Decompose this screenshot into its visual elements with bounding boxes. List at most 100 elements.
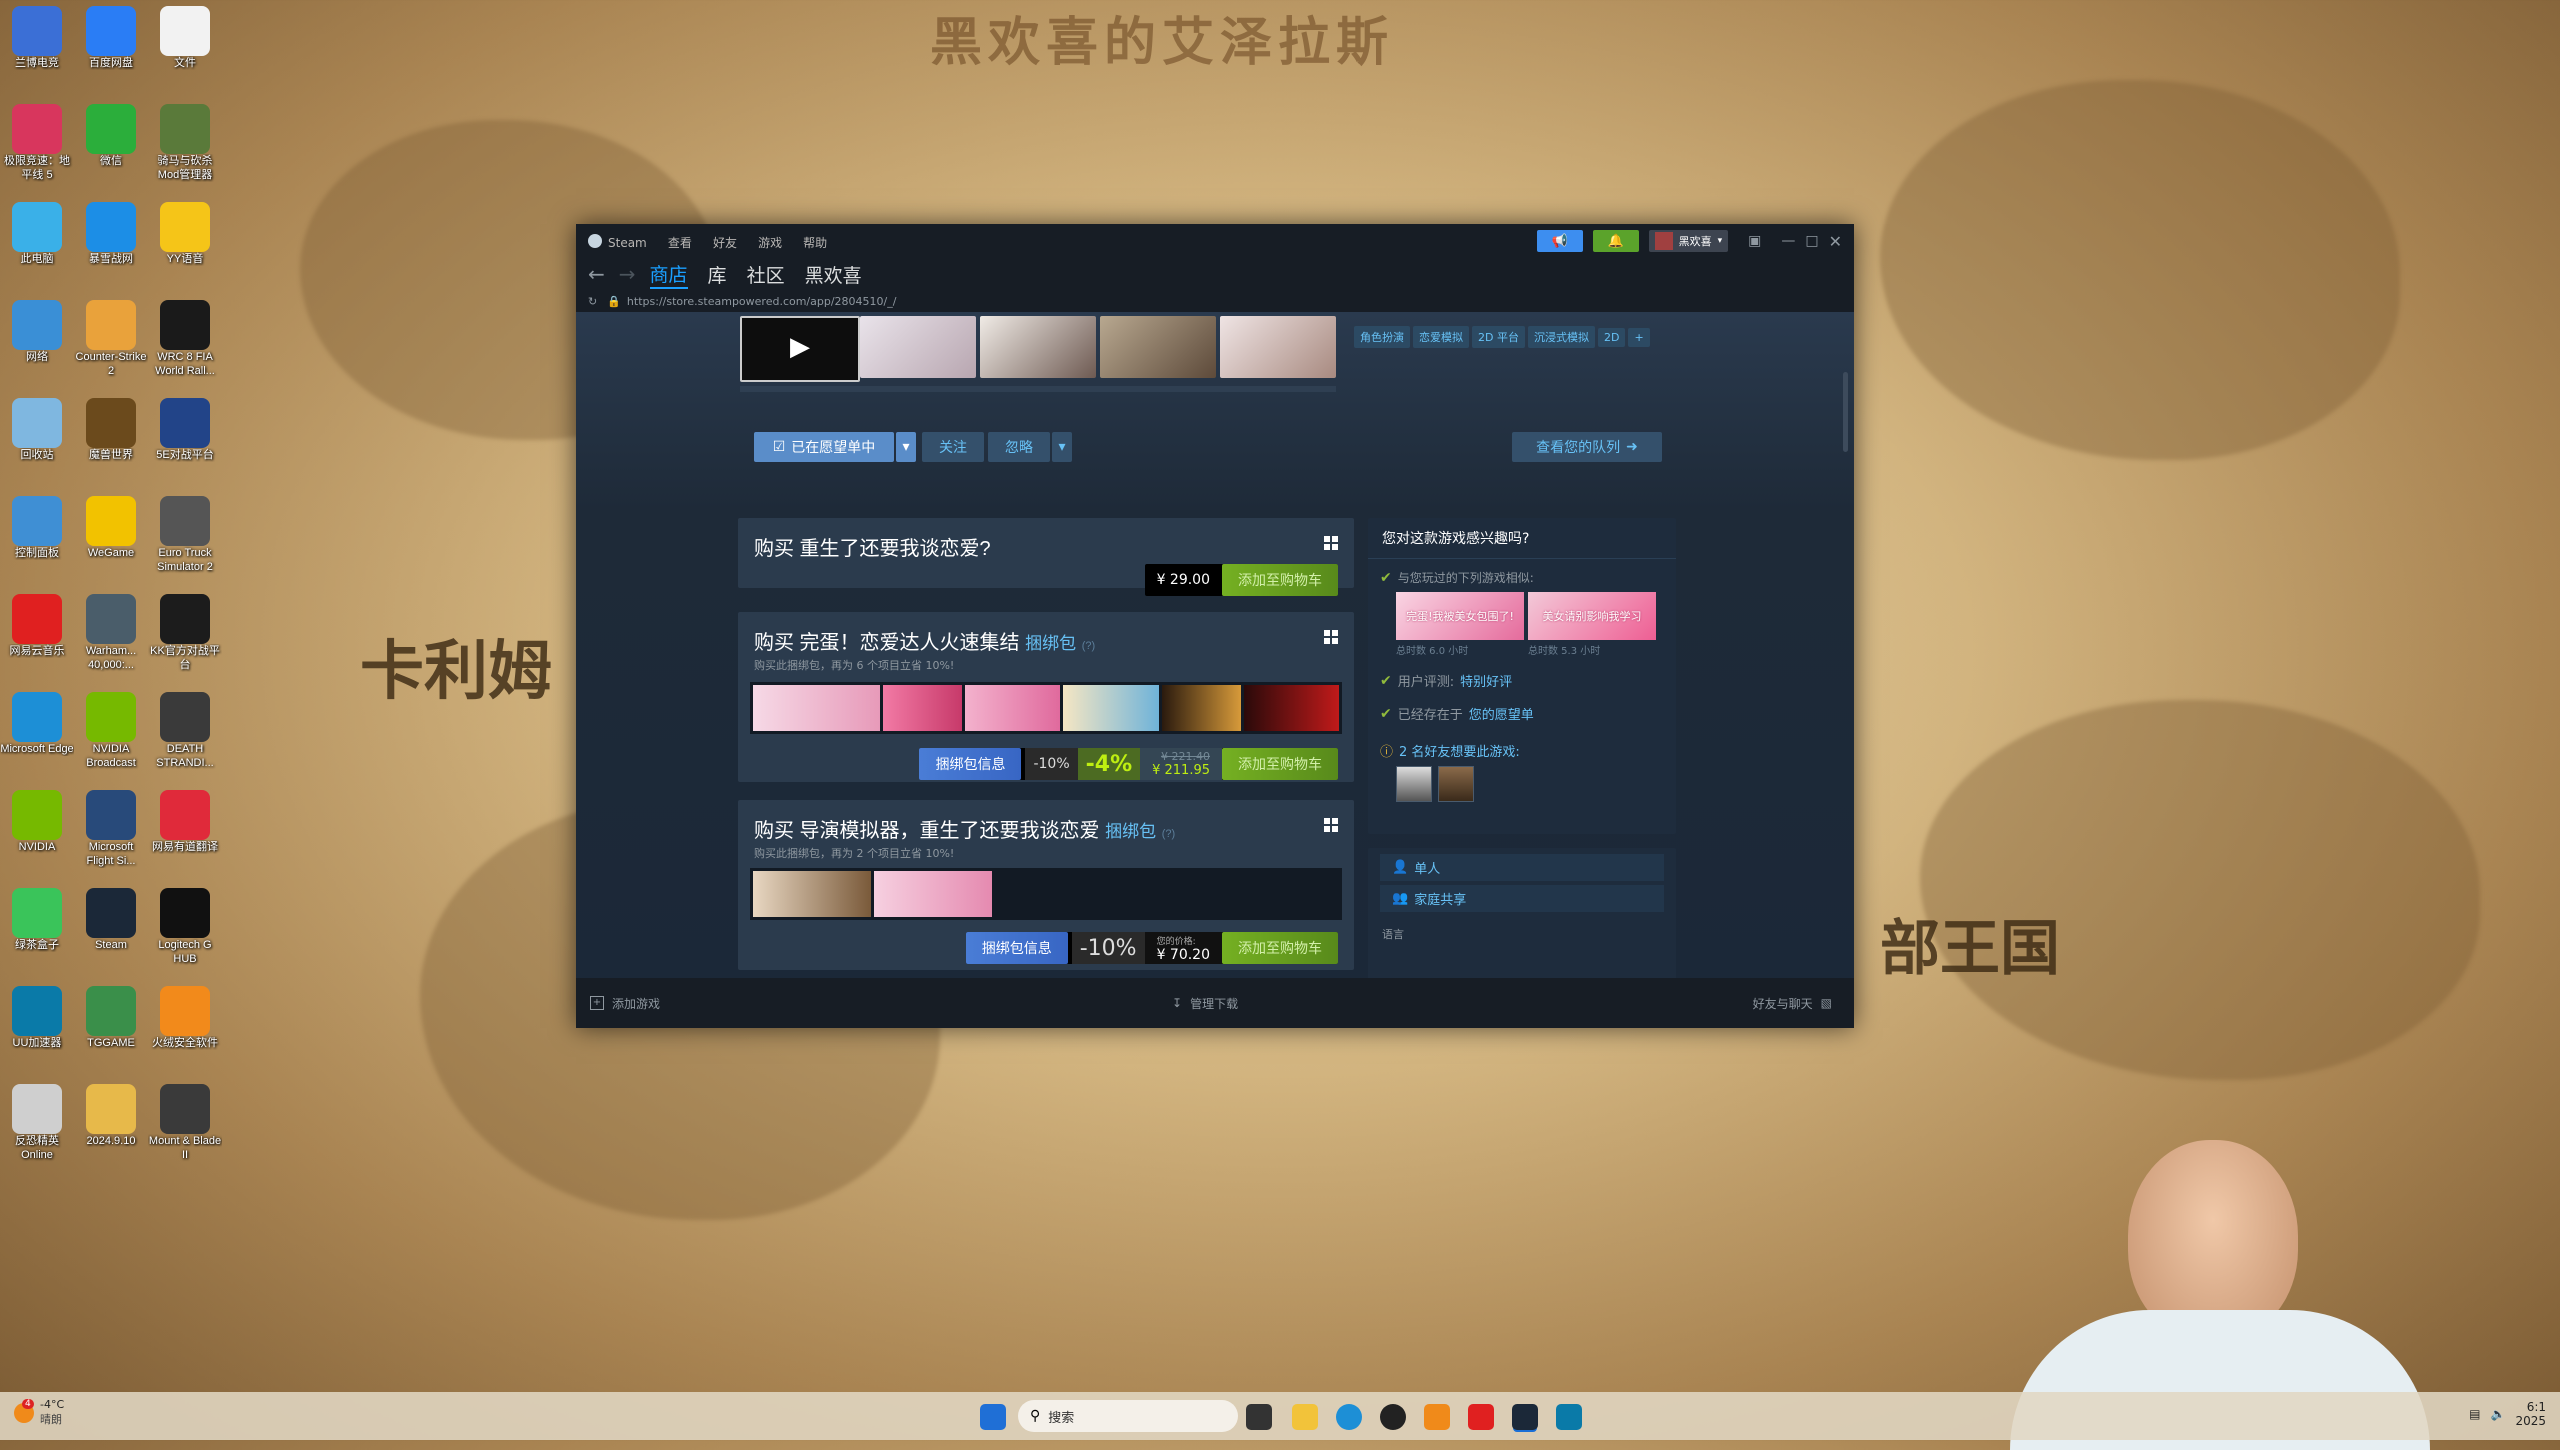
app-icon[interactable]: [1380, 1404, 1406, 1430]
review-value[interactable]: 特别好评: [1460, 671, 1512, 690]
desktop-icon[interactable]: 网易有道翻译: [148, 790, 222, 854]
wishlist-button[interactable]: ☑ 已在愿望单中: [754, 432, 894, 462]
announcement-button[interactable]: 📢: [1536, 230, 1583, 252]
scrollbar[interactable]: [1843, 372, 1848, 452]
friend-avatar[interactable]: [1396, 766, 1432, 802]
menu-view[interactable]: 查看: [668, 236, 692, 250]
screenshot-thumbnail[interactable]: [1100, 316, 1216, 378]
bundle-item-image[interactable]: [753, 685, 880, 731]
bundle-info-button[interactable]: 捆绑包信息: [965, 932, 1068, 964]
desktop-icon[interactable]: YY语音: [148, 202, 222, 266]
maximize-icon[interactable]: □: [1805, 233, 1818, 249]
friends-chat-button[interactable]: 好友与聊天 ▧: [1753, 995, 1832, 1012]
title-bar[interactable]: Steam 查看 好友 游戏 帮助 📢 🔔 黑欢喜 ▾ ▣ — □ ✕: [576, 224, 1854, 258]
desktop-icon[interactable]: UU加速器: [0, 986, 74, 1050]
bundle-item-image[interactable]: [1161, 685, 1241, 731]
desktop-icon[interactable]: 骑马与砍杀Mod管理器: [148, 104, 222, 182]
bundle-info-button[interactable]: 捆绑包信息: [919, 748, 1022, 780]
desktop-icon[interactable]: TGGAME: [74, 986, 148, 1050]
start-icon[interactable]: [980, 1404, 1006, 1430]
url-text[interactable]: https://store.steampowered.com/app/28045…: [627, 295, 897, 308]
app-icon[interactable]: [1424, 1404, 1450, 1430]
screenshot-thumbnail[interactable]: [860, 316, 976, 378]
desktop-icon[interactable]: Microsoft Flight Si...: [74, 790, 148, 868]
desktop-icon[interactable]: WRC 8 FIA World Rall...: [148, 300, 222, 378]
notification-bell-button[interactable]: 🔔: [1592, 230, 1639, 252]
desktop-icon[interactable]: 文件: [148, 6, 222, 70]
desktop-icon[interactable]: 5E对战平台: [148, 398, 222, 462]
desktop-icon[interactable]: 回收站: [0, 398, 74, 462]
friends-label[interactable]: 2 名好友想要此游戏:: [1399, 741, 1520, 760]
desktop-icon[interactable]: NVIDIA Broadcast: [74, 692, 148, 770]
desktop-icon[interactable]: 兰博电竞: [0, 6, 74, 70]
tag[interactable]: 角色扮演: [1354, 326, 1410, 348]
manage-downloads-button[interactable]: ↧ 管理下载: [1172, 995, 1238, 1012]
help-icon[interactable]: (?): [1162, 828, 1175, 840]
help-icon[interactable]: (?): [1082, 640, 1095, 652]
desktop-icon[interactable]: Counter-Strike 2: [74, 300, 148, 378]
search-box[interactable]: ⚲ 搜索: [1018, 1400, 1238, 1432]
desktop-icon[interactable]: 火绒安全软件: [148, 986, 222, 1050]
desktop-icon[interactable]: 微信: [74, 104, 148, 168]
account-menu-button[interactable]: 黑欢喜 ▾: [1648, 230, 1729, 252]
big-picture-icon[interactable]: ▣: [1748, 233, 1761, 249]
desktop-icon[interactable]: Euro Truck Simulator 2: [148, 496, 222, 574]
desktop-icon[interactable]: 网络: [0, 300, 74, 364]
wishlist-dropdown-button[interactable]: ▾: [896, 432, 916, 462]
desktop-icon[interactable]: 绿茶盒子: [0, 888, 74, 952]
friend-avatar[interactable]: [1438, 766, 1474, 802]
desktop-icon[interactable]: Warham... 40,000:...: [74, 594, 148, 672]
tag[interactable]: 2D 平台: [1472, 326, 1525, 348]
tab-community[interactable]: 社区: [747, 261, 785, 288]
bundle-item-image[interactable]: [965, 685, 1061, 731]
tag[interactable]: 恋爱模拟: [1413, 326, 1469, 348]
desktop-icon[interactable]: KK官方对战平台: [148, 594, 222, 672]
bundle-item-image[interactable]: [874, 871, 992, 917]
clock-time[interactable]: 6:1: [2515, 1400, 2546, 1414]
feature-single[interactable]: 👤 单人: [1380, 854, 1664, 881]
desktop-icon[interactable]: 反恐精英Online: [0, 1084, 74, 1162]
wishlist-link[interactable]: 您的愿望单: [1469, 704, 1534, 723]
uu-icon[interactable]: [1556, 1404, 1582, 1430]
ignore-button[interactable]: 忽略: [988, 432, 1050, 462]
steam-window[interactable]: Steam 查看 好友 游戏 帮助 📢 🔔 黑欢喜 ▾ ▣ — □ ✕ ← → …: [576, 224, 1854, 1028]
bundle-item-image[interactable]: [882, 685, 963, 731]
desktop-icon[interactable]: Microsoft Edge: [0, 692, 74, 756]
add-to-cart-button[interactable]: 添加至购物车: [1222, 564, 1338, 596]
desktop-icon[interactable]: NVIDIA: [0, 790, 74, 854]
add-game-button[interactable]: + 添加游戏: [590, 995, 660, 1012]
desktop-icon[interactable]: 2024.9.10: [74, 1084, 148, 1148]
desktop-icon[interactable]: Steam: [74, 888, 148, 952]
follow-button[interactable]: 关注: [922, 432, 984, 462]
menu-steam[interactable]: Steam: [608, 236, 647, 250]
view-queue-button[interactable]: 查看您的队列 ➜: [1512, 432, 1662, 462]
tag[interactable]: 2D: [1597, 328, 1626, 347]
menu-help[interactable]: 帮助: [803, 236, 827, 250]
edge-icon[interactable]: [1336, 1404, 1362, 1430]
bundle-item-image[interactable]: [1243, 685, 1340, 731]
network-icon[interactable]: ▤: [2469, 1407, 2480, 1421]
desktop-icon[interactable]: Logitech G HUB: [148, 888, 222, 966]
menu-games[interactable]: 游戏: [758, 236, 782, 250]
bundle-item-image[interactable]: [753, 871, 871, 917]
tab-store[interactable]: 商店: [649, 260, 688, 289]
tab-profile[interactable]: 黑欢喜: [805, 261, 862, 288]
netease-music-icon[interactable]: [1468, 1404, 1494, 1430]
tab-library[interactable]: 库: [708, 261, 727, 288]
screenshot-thumbnail[interactable]: [980, 316, 1096, 378]
desktop-icon[interactable]: Mount & Blade II: [148, 1084, 222, 1162]
desktop-icon[interactable]: 此电脑: [0, 202, 74, 266]
desktop-icon[interactable]: 百度网盘: [74, 6, 148, 70]
ignore-dropdown-button[interactable]: ▾: [1052, 432, 1072, 462]
add-to-cart-button[interactable]: 添加至购物车: [1222, 748, 1338, 780]
bundle-item-image[interactable]: [1063, 685, 1159, 731]
desktop-icon[interactable]: 暴雪战网: [74, 202, 148, 266]
desktop-icon[interactable]: DEATH STRANDI...: [148, 692, 222, 770]
screenshot-thumbnail[interactable]: [1220, 316, 1336, 378]
media-scrollbar[interactable]: [740, 386, 1336, 392]
menu-friends[interactable]: 好友: [713, 236, 737, 250]
volume-icon[interactable]: 🔈: [2491, 1407, 2506, 1421]
desktop-icon[interactable]: 极限竞速：地平线 5: [0, 104, 74, 182]
bundle-link[interactable]: 捆绑包: [1105, 822, 1156, 841]
clock-date[interactable]: 2025: [2515, 1414, 2546, 1428]
